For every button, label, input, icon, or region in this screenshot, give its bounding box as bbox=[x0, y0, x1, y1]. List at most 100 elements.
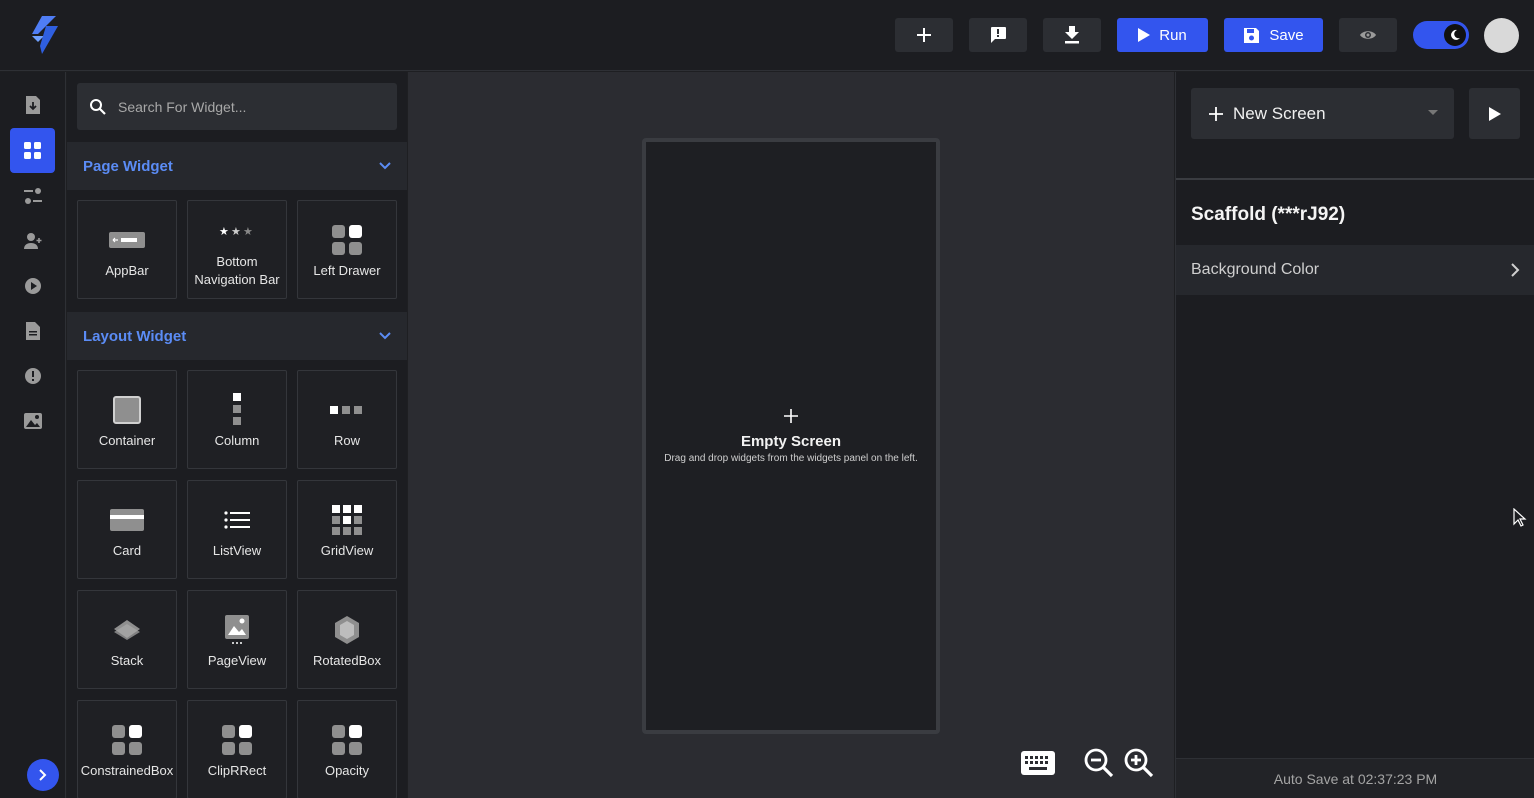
stars-icon: ★ ★ ★ bbox=[219, 211, 255, 251]
chevron-down-icon bbox=[379, 162, 391, 170]
drawer-icon bbox=[331, 220, 363, 260]
rail-alerts[interactable] bbox=[10, 353, 55, 398]
save-label: Save bbox=[1269, 26, 1304, 44]
rail-users[interactable] bbox=[10, 218, 55, 263]
widget-container[interactable]: Container bbox=[77, 370, 177, 469]
column-icon bbox=[232, 390, 242, 430]
divider bbox=[1176, 178, 1534, 180]
widget-row[interactable]: Row bbox=[297, 370, 397, 469]
autosave-status: Auto Save at 02:37:23 PM bbox=[1176, 758, 1534, 798]
search-icon bbox=[90, 99, 106, 115]
layout-widget-header[interactable]: Layout Widget bbox=[67, 312, 407, 360]
preview-screen-button[interactable] bbox=[1469, 88, 1520, 139]
rail-images[interactable] bbox=[10, 398, 55, 443]
play-icon bbox=[1138, 28, 1151, 42]
widget-cliprrect[interactable]: ClipRRect bbox=[187, 700, 287, 798]
scaffold-title: Scaffold (***rJ92) bbox=[1191, 204, 1346, 225]
avatar[interactable] bbox=[1484, 18, 1519, 53]
add-button[interactable] bbox=[895, 18, 953, 52]
feedback-button[interactable] bbox=[969, 18, 1027, 52]
widget-label: Container bbox=[98, 432, 156, 448]
widget-pageview[interactable]: PageView bbox=[187, 590, 287, 689]
zoom-out-icon bbox=[1084, 748, 1114, 778]
properties-panel: New Screen Scaffold (***rJ92) Background… bbox=[1175, 72, 1534, 798]
caret-down-icon bbox=[1428, 110, 1438, 115]
preview-button[interactable] bbox=[1339, 18, 1397, 52]
top-bar: Run Save bbox=[0, 0, 1534, 71]
phone-frame[interactable]: Empty Screen Drag and drop widgets from … bbox=[642, 138, 940, 734]
empty-screen-title: Empty Screen bbox=[740, 433, 842, 450]
background-color-label: Background Color bbox=[1191, 261, 1320, 278]
widget-label: GridView bbox=[320, 542, 374, 558]
widget-label: Row bbox=[333, 432, 360, 448]
widget-label: AppBar bbox=[105, 262, 149, 278]
layout-widget-title: Layout Widget bbox=[83, 327, 187, 345]
widget-card[interactable]: Card bbox=[77, 480, 177, 579]
alert-icon bbox=[24, 367, 41, 384]
new-screen-dropdown[interactable]: New Screen bbox=[1191, 88, 1454, 139]
widget-listview[interactable]: ListView bbox=[187, 480, 287, 579]
plus-icon bbox=[784, 409, 798, 423]
widget-bottom-navigation-bar[interactable]: ★ ★ ★ Bottom Navigation Bar bbox=[187, 200, 287, 299]
sliders-icon bbox=[23, 187, 42, 204]
stack-icon bbox=[112, 610, 142, 650]
widget-label: Left Drawer bbox=[313, 262, 381, 278]
plus-icon bbox=[1209, 106, 1223, 121]
empty-screen-subtitle: Drag and drop widgets from the widgets p… bbox=[664, 453, 918, 464]
theme-toggle[interactable] bbox=[1413, 21, 1469, 49]
chevron-down-icon bbox=[379, 332, 391, 340]
page-widget-title: Page Widget bbox=[83, 157, 173, 175]
background-color-row[interactable]: Background Color bbox=[1176, 245, 1534, 295]
moon-icon bbox=[1444, 24, 1466, 46]
widget-opacity[interactable]: Opacity bbox=[297, 700, 397, 798]
widget-label: RotatedBox bbox=[313, 652, 381, 668]
widget-rotatedbox[interactable]: RotatedBox bbox=[297, 590, 397, 689]
download-button[interactable] bbox=[1043, 18, 1101, 52]
rail-import[interactable] bbox=[10, 82, 55, 127]
search-box bbox=[77, 83, 397, 130]
svg-text:★: ★ bbox=[219, 225, 229, 237]
widget-label: Column bbox=[214, 432, 260, 448]
run-button[interactable]: Run bbox=[1117, 18, 1208, 52]
widget-label: PageView bbox=[207, 652, 267, 668]
card-icon bbox=[110, 500, 144, 540]
run-label: Run bbox=[1159, 26, 1187, 44]
empty-screen-message: Empty Screen Drag and drop widgets from … bbox=[646, 408, 936, 464]
widget-left-drawer[interactable]: Left Drawer bbox=[297, 200, 397, 299]
opacity-icon bbox=[331, 720, 363, 760]
widget-appbar[interactable]: AppBar bbox=[77, 200, 177, 299]
play-icon bbox=[1488, 106, 1501, 121]
rail-media[interactable] bbox=[10, 263, 55, 308]
widget-label: Bottom Navigation Bar bbox=[194, 253, 280, 287]
zoom-out-button[interactable] bbox=[1082, 746, 1116, 780]
expand-button[interactable] bbox=[27, 759, 59, 791]
rail-widgets[interactable] bbox=[10, 128, 55, 173]
zoom-in-button[interactable] bbox=[1122, 746, 1156, 780]
widget-stack[interactable]: Stack bbox=[77, 590, 177, 689]
rail-settings[interactable] bbox=[10, 173, 55, 218]
download-icon bbox=[1065, 26, 1079, 44]
app-logo bbox=[28, 16, 60, 56]
zoom-in-icon bbox=[1124, 748, 1154, 778]
rotatedbox-icon bbox=[332, 610, 362, 650]
widget-constrainedbox[interactable]: ConstrainedBox bbox=[77, 700, 177, 798]
list-icon bbox=[224, 500, 250, 540]
page-widget-header[interactable]: Page Widget bbox=[67, 142, 407, 190]
widget-label: Opacity bbox=[324, 762, 370, 778]
save-button[interactable]: Save bbox=[1224, 18, 1323, 52]
widget-gridview[interactable]: GridView bbox=[297, 480, 397, 579]
new-screen-label: New Screen bbox=[1233, 103, 1326, 123]
appbar-icon bbox=[109, 220, 145, 260]
widget-panel: Page Widget AppBar ★★★ Bottom Navigation… bbox=[67, 72, 407, 798]
design-canvas[interactable]: Empty Screen Drag and drop widgets from … bbox=[408, 72, 1174, 798]
search-input[interactable] bbox=[118, 98, 378, 115]
svg-text:★: ★ bbox=[243, 225, 253, 237]
widget-column[interactable]: Column bbox=[187, 370, 287, 469]
left-rail bbox=[0, 72, 66, 798]
grid-icon bbox=[332, 500, 362, 540]
feedback-icon bbox=[991, 27, 1006, 43]
rail-docs[interactable] bbox=[10, 308, 55, 353]
keyboard-shortcuts-button[interactable] bbox=[1020, 748, 1056, 778]
document-icon bbox=[25, 321, 40, 340]
cliprrect-icon bbox=[221, 720, 253, 760]
